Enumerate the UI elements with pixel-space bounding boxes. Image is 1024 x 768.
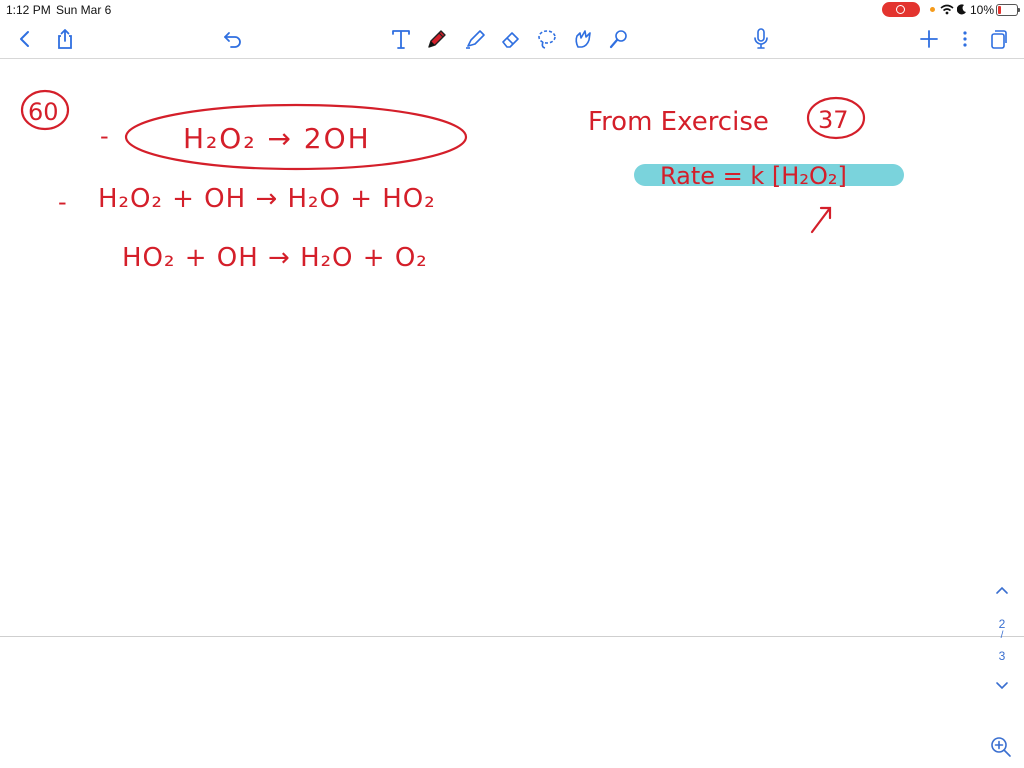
screen-recording-icon bbox=[882, 2, 920, 17]
chevron-down-icon[interactable] bbox=[994, 680, 1010, 692]
chevron-left-icon[interactable] bbox=[10, 24, 40, 54]
text-tool-icon[interactable] bbox=[386, 24, 416, 54]
toolbar bbox=[0, 20, 1024, 59]
rate-law: Rate = k [H₂O₂] bbox=[660, 162, 847, 190]
microphone-icon[interactable] bbox=[746, 24, 776, 54]
shapes-icon[interactable] bbox=[568, 24, 598, 54]
pointer-arrow bbox=[810, 206, 832, 234]
step2-bullet: - bbox=[58, 188, 67, 216]
status-time: 1:12 PM bbox=[6, 3, 51, 17]
status-bar: 1:12 PM Sun Mar 6 10% bbox=[0, 0, 1024, 20]
highlighter-icon[interactable] bbox=[460, 24, 490, 54]
chevron-up-icon[interactable] bbox=[994, 584, 1010, 596]
step1-equation: H₂O₂ → 2OH bbox=[183, 122, 371, 155]
laser-pointer-icon[interactable] bbox=[604, 24, 634, 54]
lasso-icon[interactable] bbox=[532, 24, 562, 54]
step2-equation: H₂O₂ + OH → H₂O + HO₂ bbox=[98, 184, 436, 214]
step1-bullet: - bbox=[100, 122, 109, 150]
moon-icon bbox=[957, 4, 966, 15]
page-separator: / bbox=[1000, 630, 1004, 641]
wifi-icon bbox=[940, 4, 954, 15]
exercise-number: 37 bbox=[818, 106, 849, 134]
problem-number: 60 bbox=[28, 98, 59, 126]
share-icon[interactable] bbox=[50, 24, 80, 54]
add-page-icon[interactable] bbox=[914, 24, 944, 54]
pen-icon[interactable] bbox=[422, 24, 452, 54]
from-exercise-label: From Exercise bbox=[588, 107, 769, 137]
eraser-icon[interactable] bbox=[496, 24, 526, 54]
battery-icon bbox=[996, 4, 1020, 16]
note-canvas[interactable]: 60 - H₂O₂ → 2OH - H₂O₂ + OH → H₂O + HO₂ … bbox=[0, 59, 1024, 635]
pages-icon[interactable] bbox=[984, 24, 1014, 54]
page-break-line bbox=[0, 636, 1024, 637]
battery-percent: 10% bbox=[970, 3, 995, 17]
mic-in-use-icon bbox=[930, 7, 935, 12]
more-icon[interactable] bbox=[950, 24, 980, 54]
page-navigator: 2 / 3 bbox=[986, 580, 1018, 700]
zoom-in-icon[interactable] bbox=[990, 736, 1012, 758]
total-pages: 3 bbox=[998, 649, 1006, 663]
status-date: Sun Mar 6 bbox=[56, 3, 112, 17]
undo-icon[interactable] bbox=[218, 24, 248, 54]
step3-equation: HO₂ + OH → H₂O + O₂ bbox=[122, 243, 428, 273]
current-page: 2 bbox=[998, 617, 1006, 631]
